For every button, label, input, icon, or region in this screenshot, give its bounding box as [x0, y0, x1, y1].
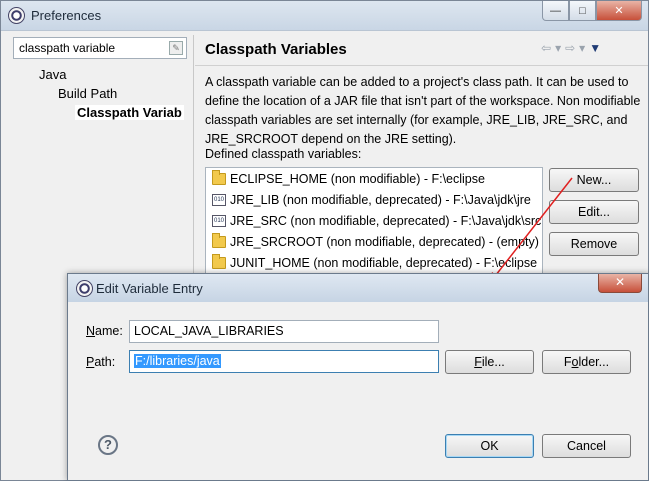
- dialog-titlebar[interactable]: Edit Variable Entry ✕: [68, 274, 648, 302]
- path-value: F:/libraries/java: [134, 354, 221, 368]
- preferences-titlebar[interactable]: Preferences — □ ✕: [1, 1, 648, 31]
- clear-filter-icon[interactable]: ✎: [169, 41, 183, 55]
- edit-button[interactable]: Edit...: [549, 200, 639, 224]
- eclipse-app-icon: [8, 7, 25, 24]
- folder-icon: [212, 232, 226, 248]
- page-description: A classpath variable can be added to a p…: [205, 75, 641, 146]
- close-button[interactable]: ✕: [596, 1, 642, 21]
- list-item[interactable]: JRE_SRCROOT (non modifiable, deprecated)…: [206, 231, 542, 252]
- filter-input[interactable]: classpath variable ✎: [13, 37, 187, 59]
- window-controls: — □ ✕: [542, 1, 642, 21]
- page-navigation: ⇦ ▾ ⇨ ▾ ▼: [541, 41, 601, 55]
- folder-icon: [212, 253, 226, 269]
- variable-label: JRE_LIB (non modifiable, deprecated) - F…: [230, 192, 531, 207]
- tree-item-build-path[interactable]: Build Path: [58, 86, 117, 101]
- jar-icon: 010: [212, 214, 226, 227]
- path-label: Path:: [86, 355, 116, 369]
- variables-list-label: Defined classpath variables:: [205, 147, 362, 161]
- file-button[interactable]: File...: [445, 350, 534, 374]
- forward-menu-chevron-icon[interactable]: ▾: [579, 41, 585, 55]
- folder-button[interactable]: Folder...: [542, 350, 631, 374]
- back-arrow-icon[interactable]: ⇦: [541, 41, 551, 55]
- remove-button[interactable]: Remove: [549, 232, 639, 256]
- dialog-close-button[interactable]: ✕: [598, 274, 642, 293]
- cancel-button[interactable]: Cancel: [542, 434, 631, 458]
- maximize-button[interactable]: □: [569, 1, 596, 21]
- folder-icon: [212, 169, 226, 185]
- back-menu-chevron-icon[interactable]: ▾: [555, 41, 561, 55]
- variable-label: JRE_SRC (non modifiable, deprecated) - F…: [230, 213, 542, 228]
- jar-icon: 010: [212, 193, 226, 206]
- edit-variable-dialog: Edit Variable Entry ✕ Name: LOCAL_JAVA_L…: [67, 273, 649, 481]
- divider: [195, 65, 648, 66]
- name-value: LOCAL_JAVA_LIBRARIES: [134, 324, 284, 338]
- list-item[interactable]: 010 JRE_LIB (non modifiable, deprecated)…: [206, 189, 542, 210]
- dialog-body: Name: LOCAL_JAVA_LIBRARIES Path: F:/libr…: [74, 304, 642, 475]
- eclipse-app-icon: [76, 280, 93, 297]
- variable-label: JRE_SRCROOT (non modifiable, deprecated)…: [230, 234, 539, 249]
- list-item[interactable]: JUNIT_HOME (non modifiable, deprecated) …: [206, 252, 542, 273]
- forward-arrow-icon[interactable]: ⇨: [565, 41, 575, 55]
- classpath-variables-list[interactable]: ECLIPSE_HOME (non modifiable) - F:\eclip…: [205, 167, 543, 277]
- variable-label: JUNIT_HOME (non modifiable, deprecated) …: [230, 255, 538, 270]
- minimize-button[interactable]: —: [542, 1, 569, 21]
- page-title: Classpath Variables: [205, 41, 347, 58]
- name-label: Name:: [86, 324, 123, 338]
- help-icon[interactable]: ?: [98, 435, 118, 455]
- filter-text: classpath variable: [19, 41, 116, 55]
- new-button[interactable]: New...: [549, 168, 639, 192]
- list-item[interactable]: ECLIPSE_HOME (non modifiable) - F:\eclip…: [206, 168, 542, 189]
- list-item[interactable]: 010 JRE_SRC (non modifiable, deprecated)…: [206, 210, 542, 231]
- view-menu-icon[interactable]: ▼: [589, 41, 601, 55]
- path-field[interactable]: F:/libraries/java: [129, 350, 439, 373]
- name-field[interactable]: LOCAL_JAVA_LIBRARIES: [129, 320, 439, 343]
- window-title: Preferences: [31, 8, 102, 23]
- ok-button[interactable]: OK: [445, 434, 534, 458]
- dialog-title: Edit Variable Entry: [96, 281, 203, 296]
- tree-item-classpath-variables[interactable]: Classpath Variab: [75, 105, 184, 120]
- variable-label: ECLIPSE_HOME (non modifiable) - F:\eclip…: [230, 171, 485, 186]
- tree-item-java[interactable]: Java: [39, 67, 66, 82]
